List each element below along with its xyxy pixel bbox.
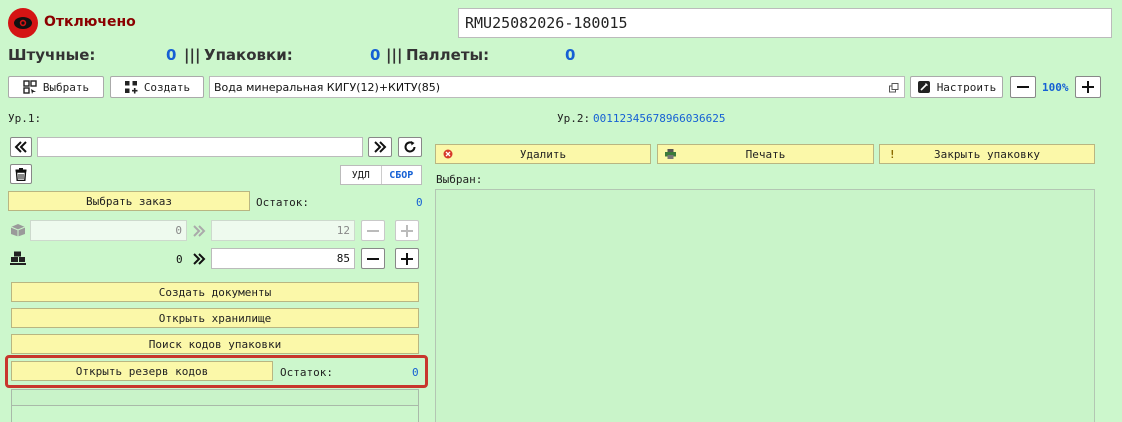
select-button-label: Выбрать (42, 80, 90, 94)
pallets-value: 0 (565, 46, 576, 64)
settings-icon (917, 81, 930, 93)
unit-qty-field: 12 (211, 220, 355, 241)
unit-qty-increase-button (395, 220, 419, 241)
create-icon (124, 81, 138, 94)
delete-button[interactable]: Удалить (435, 144, 651, 164)
create-documents-button[interactable]: Создать документы (11, 282, 419, 302)
reserve-remainder-label: Остаток: (280, 366, 333, 379)
pieces-label: Штучные: (8, 46, 96, 64)
next-button[interactable] (368, 137, 392, 157)
reserve-list-field-2[interactable] (11, 406, 419, 422)
disconnected-icon (14, 17, 32, 29)
delete-button-label: Удалить (519, 147, 567, 161)
mode-collect-option[interactable]: СБОР (382, 166, 422, 184)
pallet-qty-value: 85 (336, 252, 350, 265)
reserve-list-field[interactable] (11, 389, 419, 406)
packs-value: 0 (370, 46, 381, 64)
clear-button[interactable] (10, 164, 32, 184)
zoom-in-button[interactable] (1075, 76, 1101, 98)
double-chevron-right-icon (193, 253, 206, 265)
selected-label: Выбран: (436, 173, 483, 186)
create-button[interactable]: Создать (110, 76, 204, 98)
packs-label: Упаковки: (204, 46, 293, 64)
order-remainder-label: Остаток: (256, 196, 309, 209)
plus-icon (1082, 81, 1094, 93)
zoom-level: 100% (1042, 81, 1069, 94)
product-value: Вода минеральная КИГУ(12)+КИТУ(85) (214, 80, 441, 94)
first-button[interactable] (10, 137, 32, 157)
minus-icon (367, 229, 379, 232)
pallets-label: Паллеты: (406, 46, 490, 64)
double-chevron-right-icon (193, 225, 206, 237)
session-id-field[interactable]: RMU25082026-180015 (458, 8, 1112, 38)
search-pack-codes-button[interactable]: Поиск кодов упаковки (11, 334, 419, 354)
minus-icon (1017, 86, 1029, 88)
level1-label: Ур.1: (8, 112, 42, 125)
separator-2: ||| (386, 46, 403, 64)
print-button-label: Печать (745, 147, 786, 161)
refresh-button[interactable] (398, 137, 422, 157)
select-order-button[interactable]: Выбрать заказ (8, 191, 250, 211)
settings-button-label: Настроить (936, 80, 997, 94)
level2-value: 00112345678966036625 (593, 112, 726, 125)
mode-delete-option[interactable]: УДЛ (341, 166, 382, 184)
scan-input[interactable] (37, 137, 363, 157)
pallet-icon (10, 251, 26, 265)
open-reserve-codes-button[interactable]: Открыть резерв кодов (11, 361, 273, 381)
pallet-count-value: 0 (176, 253, 183, 266)
select-button[interactable]: Выбрать (8, 76, 104, 98)
trash-icon (15, 167, 27, 181)
unit-count-field: 0 (30, 220, 187, 241)
print-button[interactable]: Печать (657, 144, 874, 164)
open-storage-button[interactable]: Открыть хранилище (11, 308, 419, 328)
minus-icon (367, 257, 379, 260)
close-pack-button[interactable]: ! Закрыть упаковку (879, 144, 1095, 164)
refresh-icon (404, 141, 416, 153)
selected-list[interactable] (435, 189, 1095, 422)
zoom-out-button[interactable] (1010, 76, 1036, 98)
delete-icon (443, 149, 453, 159)
separator-1: ||| (184, 46, 201, 64)
level2-label: Ур.2: (557, 112, 591, 125)
double-chevron-left-icon (14, 141, 27, 153)
close-pack-button-label: Закрыть упаковку (934, 147, 1040, 161)
status-label: Отключено (44, 14, 136, 30)
create-button-label: Создать (143, 80, 191, 94)
session-id-value: RMU25082026-180015 (465, 14, 628, 32)
double-chevron-right-icon (374, 141, 387, 153)
pallet-qty-field[interactable]: 85 (211, 248, 355, 269)
status-indicator (8, 8, 38, 38)
printer-icon (665, 149, 676, 159)
mode-toggle[interactable]: УДЛ СБОР (340, 165, 422, 185)
copy-icon[interactable] (889, 83, 899, 93)
select-icon (23, 80, 37, 94)
product-field[interactable]: Вода минеральная КИГУ(12)+КИТУ(85) (209, 76, 905, 98)
unit-qty-value: 12 (336, 224, 350, 237)
reserve-remainder-value: 0 (412, 366, 419, 379)
plus-icon (401, 224, 413, 237)
pallet-qty-decrease-button[interactable] (361, 248, 385, 269)
unit-qty-decrease-button (361, 220, 385, 241)
warning-icon: ! (889, 148, 896, 161)
pieces-value: 0 (166, 46, 177, 64)
order-remainder-value: 0 (416, 196, 423, 209)
plus-icon (401, 252, 413, 265)
package-icon (10, 224, 26, 237)
pallet-qty-increase-button[interactable] (395, 248, 419, 269)
settings-button[interactable]: Настроить (910, 76, 1003, 98)
unit-count-value: 0 (175, 224, 182, 237)
